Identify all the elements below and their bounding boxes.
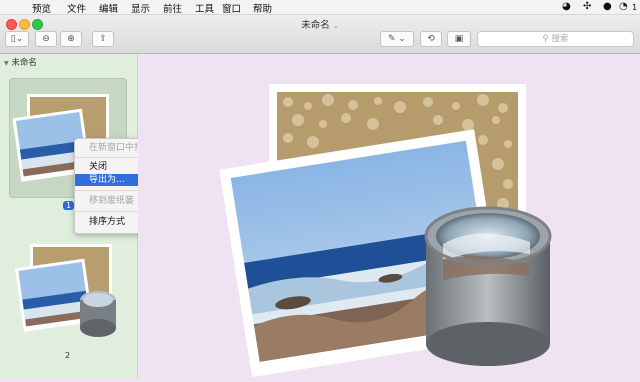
document-name: 未命名 [11, 58, 37, 68]
menu-help[interactable]: 帮助 [253, 1, 272, 15]
disclosure-icon: ▼ [4, 60, 9, 67]
page-number-1: 1 [63, 201, 75, 210]
sidebar-header[interactable]: ▼ 未命名 [4, 56, 37, 68]
page-thumbnail-2[interactable] [12, 232, 124, 344]
markup-button[interactable]: ✎ ⌄ [380, 31, 414, 47]
zoom-in-button[interactable]: ⊕ [60, 31, 82, 47]
menu-edit[interactable]: 编辑 [99, 1, 118, 15]
menu-window[interactable]: 窗口 [222, 1, 241, 15]
menu-tools[interactable]: 工具 [195, 1, 214, 15]
zoom-out-icon: ⊖ [42, 34, 50, 44]
sidebar-icon: ▯⌄ [10, 34, 24, 44]
preview-app-thumbnail-2 [14, 244, 116, 337]
document-canvas[interactable] [138, 54, 640, 378]
search-placeholder: 搜索 [551, 34, 569, 44]
zoom-in-icon: ⊕ [67, 34, 75, 44]
menu-view[interactable]: 显示 [131, 1, 150, 15]
page-number-2: 2 [65, 351, 71, 360]
window-toolbar: 未命名 ⌄ ▯⌄ ⊖ ⊕ ⇪ ✎ ⌄ ⟲ ▣ ⚲ 搜索 [0, 15, 640, 54]
pinwheel-icon[interactable]: ✣ [583, 1, 591, 12]
rotate-button[interactable]: ⟲ [420, 31, 442, 47]
share-icon: ⇪ [99, 34, 107, 44]
menu-file[interactable]: 文件 [67, 1, 86, 15]
qq-icon[interactable]: ◕ [562, 1, 571, 12]
window-title: 未命名 ⌄ [301, 20, 339, 31]
share-button[interactable]: ⇪ [92, 31, 114, 47]
menu-bar: 预览 文件 编辑 显示 前往 工具 窗口 帮助 ◕ ✣ ● ◔ 1 [0, 0, 640, 15]
toolbox-button[interactable]: ▣ [447, 31, 471, 47]
sort-by-label: 排序方式 [89, 217, 126, 227]
status-count: 1 [632, 3, 638, 12]
preview-app-image [219, 84, 552, 378]
search-field[interactable]: ⚲ 搜索 [477, 31, 634, 47]
status-app-icon[interactable]: ◔ [619, 1, 628, 12]
zoom-out-button[interactable]: ⊖ [35, 31, 57, 47]
title-chevron-icon: ⌄ [332, 22, 339, 30]
search-icon: ⚲ [542, 34, 549, 44]
wechat-icon[interactable]: ● [603, 1, 612, 12]
pen-icon: ✎ ⌄ [388, 34, 406, 44]
menu-preview[interactable]: 预览 [32, 1, 51, 15]
rotate-icon: ⟲ [427, 34, 435, 44]
menu-go[interactable]: 前往 [163, 1, 182, 15]
sidebar-toggle-button[interactable]: ▯⌄ [5, 31, 29, 47]
toolbox-icon: ▣ [454, 34, 464, 44]
